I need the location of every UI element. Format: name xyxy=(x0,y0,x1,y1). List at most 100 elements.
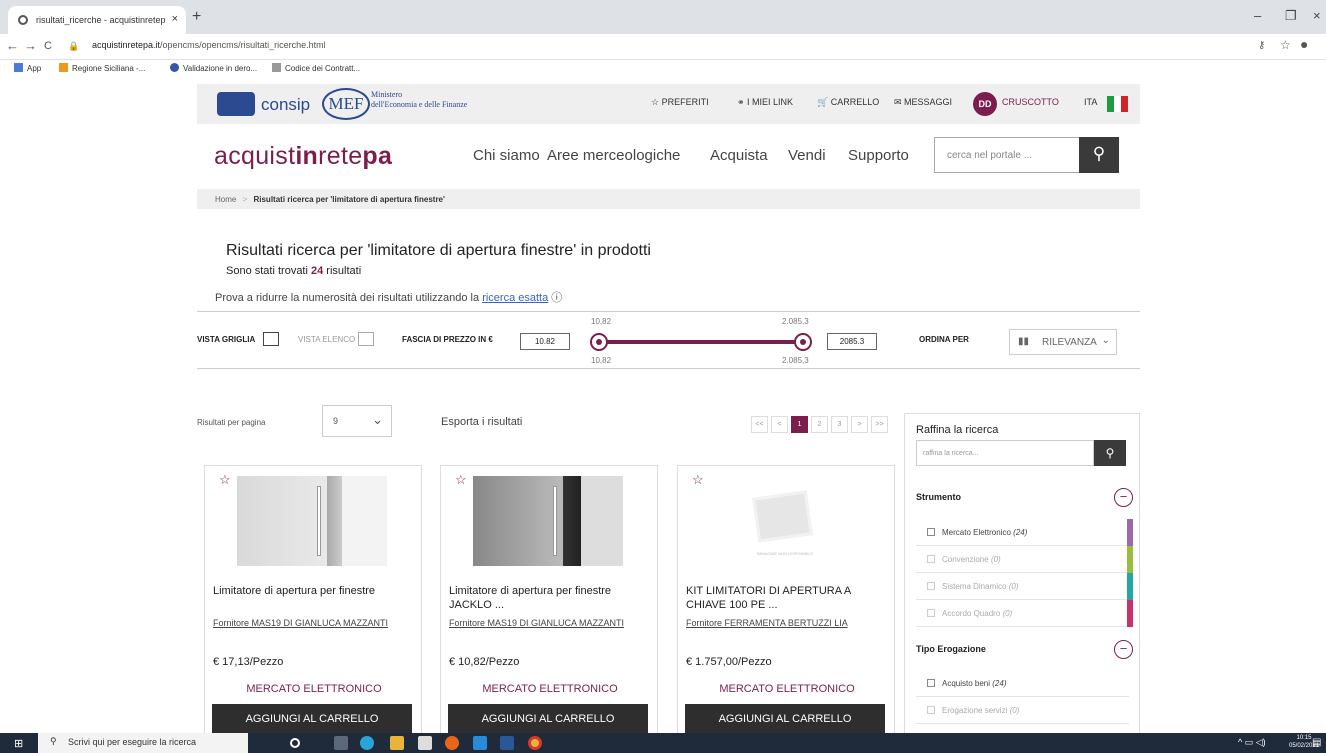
url-field[interactable]: acquistinretepa.it/opencms/opencms/risul… xyxy=(92,40,326,50)
nav-vendi[interactable]: Vendi xyxy=(788,147,826,164)
edge-icon[interactable] xyxy=(360,736,374,750)
system-tray-icons[interactable]: ^ ▭ ◁) xyxy=(1238,737,1266,748)
language-select[interactable]: ITA xyxy=(1084,97,1097,107)
browser-tab[interactable]: risultati_ricerche - acquistinretep × xyxy=(8,6,186,34)
page-prev[interactable]: < xyxy=(771,416,788,433)
search-button[interactable]: ⚲ xyxy=(1079,137,1119,173)
store-icon[interactable] xyxy=(418,736,432,750)
nav-chi-siamo[interactable]: Chi siamo xyxy=(473,147,540,164)
star-bookmark-icon[interactable]: ☆ xyxy=(1280,38,1291,52)
filter-convenzione[interactable]: Convenzione (0) xyxy=(916,546,1133,573)
word-icon[interactable] xyxy=(500,736,514,750)
favorite-star-icon[interactable]: ☆ xyxy=(219,472,231,488)
portal-search-input[interactable]: cerca nel portale ... xyxy=(934,137,1080,173)
file-explorer-icon[interactable] xyxy=(390,736,404,750)
nav-acquista[interactable]: Acquista xyxy=(710,147,768,164)
checkbox[interactable] xyxy=(927,706,935,714)
page-first[interactable]: << xyxy=(751,416,768,433)
cortana-icon[interactable] xyxy=(290,738,300,748)
forward-button[interactable]: → xyxy=(24,38,37,53)
cruscotto-link[interactable]: CRUSCOTTO xyxy=(1002,97,1059,107)
list-view-label[interactable]: VISTA ELENCO xyxy=(298,335,355,344)
product-supplier[interactable]: Fornitore MAS19 DI GIANLUCA MAZZANTI xyxy=(213,618,388,628)
miei-link-link[interactable]: ⚭ I MIEI LINK xyxy=(737,97,793,108)
task-view-icon[interactable] xyxy=(334,736,348,750)
favorite-star-icon[interactable]: ☆ xyxy=(455,472,467,488)
refine-search-button[interactable]: ⚲ xyxy=(1094,440,1126,466)
add-to-cart-button[interactable]: AGGIUNGI AL CARRELLO xyxy=(212,704,412,736)
product-supplier[interactable]: Fornitore FERRAMENTA BERTUZZI LIA xyxy=(686,618,848,628)
refine-search-input[interactable]: raffina la ricerca... xyxy=(916,440,1094,466)
back-button[interactable]: ← xyxy=(6,38,19,53)
acquistinretepa-logo[interactable]: acquistinretepa xyxy=(214,142,392,171)
close-tab-icon[interactable]: × xyxy=(172,13,178,25)
messaggi-link[interactable]: ✉ MESSAGGI xyxy=(894,97,952,108)
page-1[interactable]: 1 xyxy=(791,416,808,433)
order-by-select[interactable]: ▮▮ RILEVANZA ⌄ xyxy=(1009,329,1117,355)
collapse-icon[interactable]: − xyxy=(1114,640,1133,659)
product-title[interactable]: Limitatore di apertura per finestre JACK… xyxy=(449,584,655,612)
filter-acquisto-beni[interactable]: Acquisto beni (24) xyxy=(916,670,1129,697)
price-max-input[interactable]: 2085.3 xyxy=(827,333,877,350)
price-slider-max-handle[interactable] xyxy=(794,333,812,351)
product-title[interactable]: Limitatore di apertura per finestre xyxy=(213,584,419,598)
carrello-link[interactable]: 🛒 CARRELLO xyxy=(817,97,879,108)
consip-logo[interactable] xyxy=(217,92,255,116)
price-slider-track[interactable] xyxy=(599,340,804,344)
key-icon[interactable]: ⚷ xyxy=(1258,40,1265,51)
mail-app-icon[interactable] xyxy=(473,736,487,750)
restore-button[interactable]: ❐ xyxy=(1285,8,1297,24)
preferiti-link[interactable]: ☆ PREFERITI xyxy=(651,97,709,108)
product-image[interactable] xyxy=(237,476,387,566)
price-min-input[interactable]: 10.82 xyxy=(520,333,570,350)
add-to-cart-button[interactable]: AGGIUNGI AL CARRELLO xyxy=(448,704,648,736)
profile-icon[interactable]: ● xyxy=(1300,36,1308,52)
checkbox[interactable] xyxy=(927,528,935,536)
checkbox[interactable] xyxy=(927,582,935,590)
page-3[interactable]: 3 xyxy=(831,416,848,433)
filter-erogazione-servizi[interactable]: Erogazione servizi (0) xyxy=(916,697,1129,724)
bookmark-regione[interactable]: Regione Siciliana -... xyxy=(59,63,145,73)
user-avatar[interactable]: DD xyxy=(973,92,997,116)
product-supplier[interactable]: Fornitore MAS19 DI GIANLUCA MAZZANTI xyxy=(449,618,624,628)
bookmark-apps[interactable]: App xyxy=(14,63,41,73)
add-to-cart-button[interactable]: AGGIUNGI AL CARRELLO xyxy=(685,704,885,736)
product-image[interactable] xyxy=(473,476,623,566)
new-tab-button[interactable]: + xyxy=(192,8,201,26)
export-results-link[interactable]: Esporta i risultati xyxy=(441,416,522,428)
nav-aree-merceologiche[interactable]: Aree merceologiche xyxy=(547,147,680,164)
filter-sistema-dinamico[interactable]: Sistema Dinamico (0) xyxy=(916,573,1133,600)
nav-supporto[interactable]: Supporto xyxy=(848,147,909,164)
favorite-star-icon[interactable]: ☆ xyxy=(692,472,704,488)
checkbox[interactable] xyxy=(927,555,935,563)
list-view-icon[interactable] xyxy=(358,332,374,346)
per-page-select[interactable]: 9 ⌄ xyxy=(322,405,392,437)
price-slider-min-handle[interactable] xyxy=(590,333,608,351)
filter-accordo-quadro[interactable]: Accordo Quadro (0) xyxy=(916,600,1133,627)
page-2[interactable]: 2 xyxy=(811,416,828,433)
page-next[interactable]: > xyxy=(851,416,868,433)
breadcrumb-home[interactable]: Home xyxy=(215,195,236,204)
minimize-button[interactable]: – xyxy=(1254,8,1261,23)
windows-start-icon[interactable]: ⊞ xyxy=(14,737,23,750)
filter-mercato-elettronico[interactable]: Mercato Elettronico (24) xyxy=(916,519,1133,546)
close-window-button[interactable]: × xyxy=(1313,8,1321,23)
notification-icon[interactable]: ▤ xyxy=(1312,737,1321,748)
mef-logo[interactable]: MEF xyxy=(322,88,370,120)
product-title[interactable]: KIT LIMITATORI DI APERTURA A CHIAVE 100 … xyxy=(686,584,892,612)
info-icon[interactable]: ⓘ xyxy=(551,292,562,304)
image-placeholder[interactable]: IMMAGINE NON DISPONIBILE xyxy=(710,476,860,566)
exact-search-link[interactable]: ricerca esatta xyxy=(482,292,548,304)
grid-view-icon[interactable] xyxy=(263,332,279,346)
taskbar-search[interactable]: ⚲ Scrivi qui per eseguire la ricerca xyxy=(38,733,248,753)
checkbox[interactable] xyxy=(927,679,935,687)
checkbox[interactable] xyxy=(927,609,935,617)
reload-button[interactable]: C xyxy=(44,40,52,52)
page-last[interactable]: >> xyxy=(871,416,888,433)
bookmark-validazione[interactable]: Validazione in dero... xyxy=(170,63,257,73)
collapse-icon[interactable]: − xyxy=(1114,488,1133,507)
chrome-icon[interactable] xyxy=(528,736,542,750)
grid-view-label[interactable]: VISTA GRIGLIA xyxy=(197,335,255,344)
bookmark-codice[interactable]: Codice dei Contratt... xyxy=(272,63,360,73)
firefox-icon[interactable] xyxy=(445,736,459,750)
